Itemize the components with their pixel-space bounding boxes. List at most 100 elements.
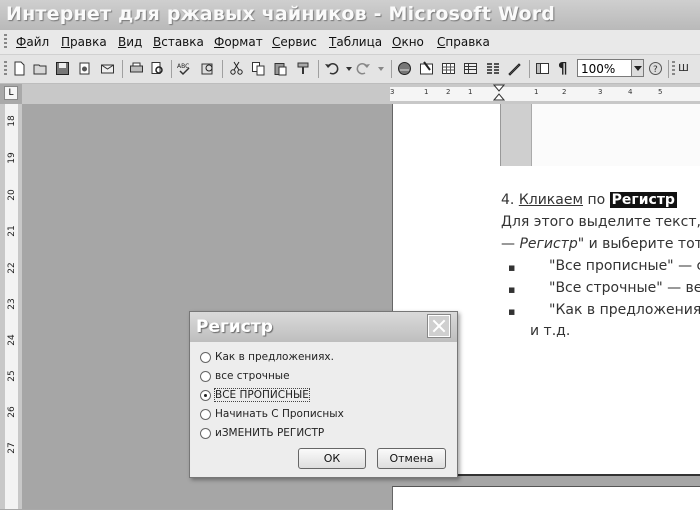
menu-bar: Файл Правка Вид Вставка Формат Сервис Та…	[0, 30, 700, 55]
ruler-number: 19	[7, 152, 17, 164]
permission-icon[interactable]	[77, 61, 92, 76]
list-item: "Все прописные" — сд	[549, 258, 700, 274]
ruler-tick: 1	[424, 88, 429, 96]
research-icon[interactable]	[200, 61, 215, 76]
redo-dropdown-icon[interactable]	[374, 61, 389, 76]
undo-dropdown-icon[interactable]	[342, 61, 357, 76]
ruler-number: 26	[7, 406, 17, 418]
open-icon[interactable]	[33, 61, 48, 76]
save-icon[interactable]	[55, 61, 70, 76]
menu-help[interactable]: Справка	[437, 35, 490, 49]
step-text: по	[587, 192, 606, 208]
ruler-tick: 2	[446, 88, 451, 96]
menu-insert[interactable]: Вставка	[153, 35, 204, 49]
paste-icon[interactable]	[273, 61, 288, 76]
ruler-number: 21	[7, 225, 17, 237]
ruler-tick: 4	[628, 88, 633, 96]
dialog-title-bar[interactable]: Регистр	[190, 312, 457, 342]
ruler-number: 25	[7, 370, 17, 382]
zoom-select[interactable]: 100%	[577, 59, 632, 77]
ruler-number: 22	[7, 262, 17, 274]
read-icon[interactable]: ш	[678, 60, 689, 74]
change-case-dialog: Регистр Как в предложениях. все строчные…	[189, 311, 458, 478]
next-page[interactable]	[392, 486, 700, 510]
option-label[interactable]: все строчные	[215, 370, 290, 382]
tables-borders-icon[interactable]	[419, 61, 434, 76]
toolbar-separator	[668, 60, 669, 78]
radio-button[interactable]	[200, 352, 211, 363]
ruler-number: 24	[7, 334, 17, 346]
ruler-tick: 3	[390, 88, 395, 96]
zoom-dropdown-icon[interactable]	[631, 59, 644, 77]
step-link[interactable]: Кликаем	[519, 192, 583, 208]
radio-button[interactable]	[200, 371, 211, 382]
dash-text: —	[501, 236, 515, 252]
insert-table-icon[interactable]	[441, 61, 456, 76]
bullet-icon: ▪	[508, 305, 516, 318]
menu-edit[interactable]: Правка	[61, 35, 107, 49]
radio-button-selected[interactable]	[200, 390, 211, 401]
format-painter-icon[interactable]	[296, 61, 311, 76]
option-label[interactable]: ВСЕ ПРОПИСНЫЕ	[214, 388, 310, 402]
indent-marker-icon[interactable]	[493, 84, 505, 104]
ruler-number: 27	[7, 442, 17, 454]
insert-excel-icon[interactable]	[463, 61, 478, 76]
undo-icon[interactable]	[324, 61, 339, 76]
close-icon[interactable]	[427, 314, 451, 338]
print-icon[interactable]	[129, 61, 144, 76]
ruler-number: 23	[7, 298, 17, 310]
radio-button[interactable]	[200, 409, 211, 420]
option-label[interactable]: Начинать С Прописных	[215, 408, 344, 420]
body-line: — Регистр" и выберите тот в	[501, 236, 700, 252]
menu-file[interactable]: Файл	[16, 35, 49, 49]
spelling-icon[interactable]: ABC	[177, 61, 192, 76]
redo-icon[interactable]	[356, 61, 371, 76]
horizontal-ruler[interactable]: 3 1 2 1 1 2 3 4 5	[22, 84, 700, 104]
hyperlink-icon[interactable]	[397, 61, 412, 76]
step-heading: 4. Кликаем по Регистр	[501, 192, 677, 208]
embedded-ruler	[501, 104, 532, 166]
bullet-icon: ▪	[508, 261, 516, 274]
ruler-number: 18	[7, 115, 17, 127]
toolbar-grip-icon[interactable]	[4, 61, 7, 77]
embedded-screenshot	[500, 104, 700, 166]
italic-term: Регистр"	[519, 236, 585, 252]
radio-button[interactable]	[200, 428, 211, 439]
list-continuation: и т.д.	[530, 323, 571, 339]
new-document-icon[interactable]	[12, 61, 27, 76]
toolbar-separator	[171, 60, 172, 78]
menu-tools[interactable]: Сервис	[272, 35, 317, 49]
toolbar-separator	[318, 60, 319, 78]
menu-grip-icon[interactable]	[4, 34, 7, 50]
menu-table[interactable]: Таблица	[329, 35, 382, 49]
window-title: Интернет для ржавых чайников - Microsoft…	[6, 3, 556, 25]
option-label[interactable]: иЗМЕНИТЬ РЕГИСТР	[215, 427, 324, 439]
ruler-tick: 1	[534, 88, 539, 96]
copy-icon[interactable]	[251, 61, 266, 76]
ruler-tick: 3	[598, 88, 603, 96]
drawing-icon[interactable]	[507, 61, 522, 76]
title-bar: Интернет для ржавых чайников - Microsoft…	[0, 0, 700, 30]
ruler-tick: 2	[562, 88, 567, 96]
embedded-page	[532, 104, 700, 166]
tab-selector-icon[interactable]: L	[4, 86, 18, 100]
menu-view[interactable]: Вид	[118, 35, 142, 49]
bullet-icon: ▪	[508, 283, 516, 296]
cut-icon[interactable]	[229, 61, 244, 76]
email-icon[interactable]	[100, 61, 115, 76]
ruler-text-area	[390, 87, 700, 101]
help-icon[interactable]: ?	[648, 61, 663, 76]
toolbar-separator	[529, 60, 530, 78]
menu-format[interactable]: Формат	[214, 35, 263, 49]
ruler-tick: 5	[658, 88, 663, 96]
option-label[interactable]: Как в предложениях.	[215, 351, 334, 363]
show-formatting-icon[interactable]: ¶	[558, 59, 568, 77]
toolbar-grip-icon[interactable]	[672, 61, 675, 77]
document-map-icon[interactable]	[535, 61, 550, 76]
menu-window[interactable]: Окно	[392, 35, 424, 49]
cancel-button[interactable]: Отмена	[377, 448, 446, 469]
ok-button[interactable]: ОК	[298, 448, 366, 469]
vertical-ruler[interactable]: 18 19 20 21 22 23 24 25 26 27	[0, 104, 22, 509]
columns-icon[interactable]	[485, 61, 500, 76]
print-preview-icon[interactable]	[150, 61, 165, 76]
